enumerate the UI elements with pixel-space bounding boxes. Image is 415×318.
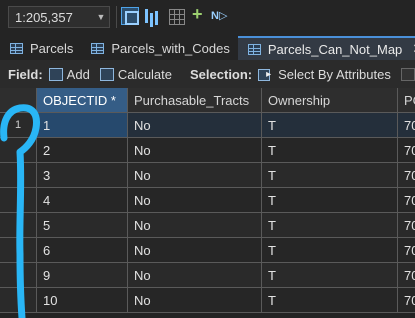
- cell-purchasable-tracts[interactable]: No: [128, 213, 262, 238]
- grid-icon[interactable]: [167, 7, 185, 25]
- cell-pc[interactable]: 70: [398, 263, 415, 288]
- cell-purchasable-tracts[interactable]: No: [128, 188, 262, 213]
- column-header-objectid[interactable]: OBJECTID *: [37, 88, 128, 113]
- table-row[interactable]: 10 No T 70: [0, 288, 415, 313]
- add-icon[interactable]: [190, 4, 208, 25]
- table-row[interactable]: 1 1 No T 70: [0, 113, 415, 138]
- toolbar-divider: [116, 6, 117, 28]
- zoom-to-selection-button[interactable]: Zo: [400, 67, 415, 82]
- add-field-icon: [48, 67, 63, 81]
- cell-ownership[interactable]: T: [262, 288, 398, 313]
- calculate-field-button[interactable]: Calculate: [99, 66, 173, 82]
- cell-ownership[interactable]: T: [262, 238, 398, 263]
- north-arrow-icon[interactable]: N▷: [211, 7, 229, 25]
- select-by-attributes-icon: [258, 67, 274, 81]
- map-scale-dropdown[interactable]: 1:205,357 ▼: [8, 6, 110, 28]
- table-icon: [10, 42, 23, 54]
- cell-objectid[interactable]: 10: [37, 288, 128, 313]
- cell-purchasable-tracts[interactable]: No: [128, 163, 262, 188]
- cell-ownership[interactable]: T: [262, 188, 398, 213]
- table-header-row: OBJECTID * Purchasable_Tracts Ownership …: [0, 88, 415, 113]
- cell-purchasable-tracts[interactable]: No: [128, 238, 262, 263]
- cell-ownership[interactable]: T: [262, 263, 398, 288]
- table-icon: [247, 43, 261, 55]
- cell-purchasable-tracts[interactable]: No: [128, 288, 262, 313]
- top-toolbar: 1:205,357 ▼ N▷: [0, 0, 415, 36]
- table-row[interactable]: 2 No T 70: [0, 138, 415, 163]
- map-scale-value: 1:205,357: [15, 9, 73, 25]
- tab-label: Parcels: [30, 40, 74, 56]
- zoom-icon: [400, 67, 415, 81]
- row-number[interactable]: [0, 238, 37, 263]
- cell-pc[interactable]: 70: [398, 288, 415, 313]
- tab-parcels-can-not-map[interactable]: Parcels_Can_Not_Map ✕: [237, 36, 415, 60]
- cell-ownership[interactable]: T: [262, 163, 398, 188]
- add-field-label: Add: [66, 66, 90, 82]
- chevron-down-icon[interactable]: ▼: [93, 12, 109, 22]
- row-number[interactable]: [0, 163, 37, 188]
- row-number[interactable]: [0, 213, 37, 238]
- table-row[interactable]: 3 No T 70: [0, 163, 415, 188]
- cell-pc[interactable]: 70: [398, 138, 415, 163]
- cell-ownership[interactable]: T: [262, 113, 398, 138]
- tab-label: Parcels_Can_Not_Map: [267, 41, 403, 57]
- cell-ownership[interactable]: T: [262, 213, 398, 238]
- select-by-attributes-label: Select By Attributes: [278, 66, 391, 82]
- cell-pc[interactable]: 70: [398, 163, 415, 188]
- cell-pc[interactable]: 70: [398, 238, 415, 263]
- cell-objectid[interactable]: 9: [37, 263, 128, 288]
- table-row[interactable]: 6 No T 70: [0, 238, 415, 263]
- select-by-attributes-button[interactable]: Select By Attributes: [258, 67, 391, 82]
- row-number[interactable]: [0, 288, 37, 313]
- row-number[interactable]: [0, 188, 37, 213]
- tab-parcels-with-codes[interactable]: Parcels_with_Codes: [81, 36, 238, 60]
- cell-objectid[interactable]: 6: [37, 238, 128, 263]
- calculate-field-label: Calculate: [117, 66, 173, 82]
- table-row[interactable]: 5 No T 70: [0, 213, 415, 238]
- cell-pc[interactable]: 70: [398, 213, 415, 238]
- attribute-table-tabs: Parcels Parcels_with_Codes Parcels_Can_N…: [0, 36, 415, 60]
- selection-group-label: Selection:: [190, 66, 253, 82]
- add-field-button[interactable]: Add: [48, 66, 90, 82]
- table-row[interactable]: 9 No T 70: [0, 263, 415, 288]
- cell-pc[interactable]: 70: [398, 113, 415, 138]
- attribute-table: OBJECTID * Purchasable_Tracts Ownership …: [0, 88, 415, 318]
- row-header-corner[interactable]: [0, 88, 37, 113]
- tab-parcels[interactable]: Parcels: [0, 36, 81, 60]
- north-label: N: [211, 10, 219, 22]
- cell-objectid[interactable]: 5: [37, 213, 128, 238]
- column-header-purchasable-tracts[interactable]: Purchasable_Tracts: [128, 88, 262, 113]
- table-command-bar: Field: Add Calculate Selection: Select B…: [0, 60, 415, 88]
- select-layer-icon[interactable]: [121, 7, 139, 25]
- column-header-ownership[interactable]: Ownership: [262, 88, 398, 113]
- cell-objectid[interactable]: 4: [37, 188, 128, 213]
- field-group-label: Field:: [8, 66, 43, 82]
- cell-ownership[interactable]: T: [262, 138, 398, 163]
- cell-purchasable-tracts[interactable]: No: [128, 113, 262, 138]
- cell-purchasable-tracts[interactable]: No: [128, 263, 262, 288]
- table-icon: [91, 42, 105, 54]
- cell-pc[interactable]: 70: [398, 188, 415, 213]
- table-row[interactable]: 4 No T 70: [0, 188, 415, 213]
- column-header-pc[interactable]: PC: [398, 88, 415, 113]
- tab-label: Parcels_with_Codes: [111, 40, 230, 56]
- row-number[interactable]: 1: [0, 113, 37, 138]
- row-number[interactable]: [0, 138, 37, 163]
- row-number[interactable]: [0, 263, 37, 288]
- cell-purchasable-tracts[interactable]: No: [128, 138, 262, 163]
- statistics-icon[interactable]: [143, 7, 161, 25]
- calculator-icon: [99, 67, 114, 81]
- cell-objectid[interactable]: 3: [37, 163, 128, 188]
- cell-objectid[interactable]: 2: [37, 138, 128, 163]
- cell-objectid[interactable]: 1: [37, 113, 128, 138]
